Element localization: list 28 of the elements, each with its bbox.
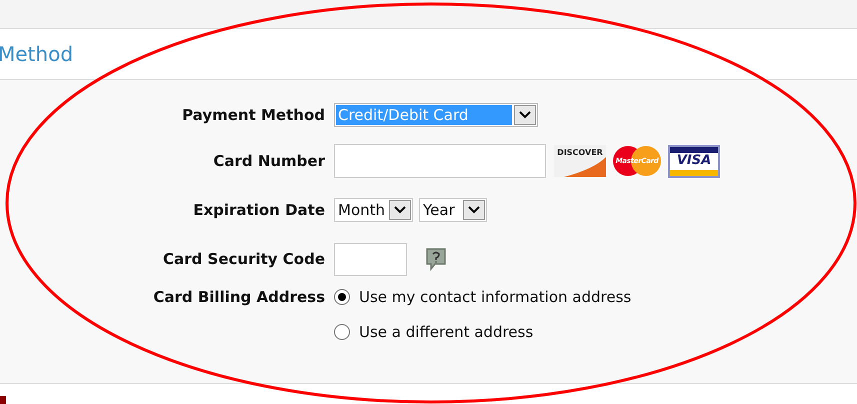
- chevron-down-icon: [519, 111, 531, 119]
- radio-button[interactable]: [334, 324, 350, 340]
- select-value: Year: [422, 200, 456, 220]
- field-label: Card Security Code: [162, 248, 326, 270]
- field-label: Card Billing Address: [152, 287, 326, 308]
- expiry-select[interactable]: Month: [334, 198, 414, 222]
- help-icon[interactable]: [425, 247, 447, 271]
- radio-button[interactable]: [334, 289, 350, 306]
- radio-label: Use a different address: [359, 322, 534, 342]
- chevron-down-icon: [394, 206, 406, 214]
- logo-text: VISA: [676, 152, 712, 170]
- security-code-field[interactable]: [334, 242, 407, 276]
- field-label: Card Number: [212, 150, 326, 172]
- field-label: Expiration Date: [192, 200, 326, 221]
- swoosh-shape: [564, 157, 606, 177]
- dropdown-button[interactable]: [389, 200, 412, 220]
- select-value: Month: [337, 200, 386, 220]
- logo-text: DISCOVER: [557, 149, 603, 157]
- chevron-down-icon: [468, 206, 480, 214]
- radio-label: Use my contact information address: [359, 287, 632, 308]
- section-title: Method: [0, 41, 74, 68]
- field-label: Payment Method: [181, 104, 326, 126]
- select-value: Credit/Debit Card: [336, 105, 512, 125]
- dropdown-button[interactable]: [463, 200, 486, 220]
- heading-marker: [0, 396, 6, 404]
- expiry-select[interactable]: Year: [419, 198, 488, 222]
- card-number-field[interactable]: [334, 144, 546, 178]
- dropdown-button[interactable]: [514, 105, 536, 125]
